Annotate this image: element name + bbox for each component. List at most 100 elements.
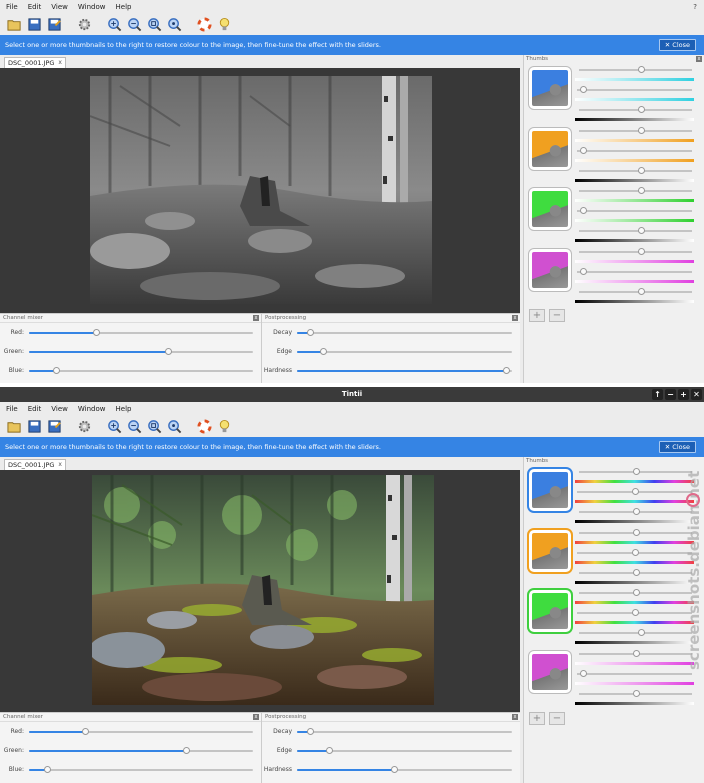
slider-handle[interactable] — [632, 589, 640, 596]
slider-handle[interactable] — [82, 727, 89, 735]
thumb-slider[interactable] — [579, 166, 692, 174]
menu-arrow-button[interactable]: ↑ — [652, 389, 663, 400]
hardness-slider[interactable] — [297, 366, 512, 374]
help-button[interactable] — [196, 418, 212, 434]
thumb-slider[interactable] — [577, 488, 692, 495]
settings-button[interactable] — [76, 16, 92, 32]
zoom-in-button[interactable] — [106, 16, 122, 32]
decay-slider[interactable] — [297, 727, 512, 735]
slider-handle[interactable] — [390, 765, 398, 773]
thumb-slider[interactable] — [579, 568, 692, 576]
thumb-slider[interactable] — [579, 508, 692, 515]
thumb-slider[interactable] — [579, 589, 692, 596]
colour-thumbnail[interactable] — [529, 248, 571, 291]
panel-close-icon[interactable]: x — [253, 315, 259, 321]
remove-thumb-button[interactable]: − — [549, 309, 565, 322]
menu-window[interactable]: Window — [78, 405, 106, 413]
thumb-slider[interactable] — [577, 609, 692, 616]
slider-handle[interactable] — [502, 366, 510, 374]
edge-slider[interactable] — [297, 746, 512, 754]
help-question[interactable]: ? — [693, 3, 697, 11]
tip-button[interactable] — [216, 16, 232, 32]
slider-handle[interactable] — [93, 328, 101, 336]
slider-handle[interactable] — [638, 106, 646, 113]
thumb-slider[interactable] — [579, 649, 692, 657]
thumb-slider[interactable] — [579, 468, 692, 475]
zoom-out-button[interactable] — [126, 418, 142, 434]
panel-close-icon[interactable]: x — [512, 315, 518, 321]
slider-handle[interactable] — [638, 629, 646, 636]
slider-handle[interactable] — [631, 548, 639, 556]
thumb-slider[interactable] — [579, 187, 692, 194]
tab-close-icon[interactable]: x — [58, 460, 62, 470]
panel-close-icon[interactable]: x — [512, 714, 518, 720]
open-button[interactable] — [6, 418, 22, 434]
thumb-slider[interactable] — [577, 548, 692, 556]
thumb-slider[interactable] — [579, 66, 692, 73]
thumb-slider[interactable] — [577, 86, 692, 93]
slider-handle[interactable] — [638, 126, 646, 134]
slider-handle[interactable] — [638, 166, 646, 174]
slider-handle[interactable] — [306, 727, 314, 735]
zoom-out-button[interactable] — [126, 16, 142, 32]
thumb-slider[interactable] — [577, 207, 692, 214]
slider-handle[interactable] — [326, 746, 334, 754]
minimize-button[interactable]: − — [665, 389, 676, 400]
red-slider[interactable] — [29, 727, 253, 735]
thumb-slider[interactable] — [577, 669, 692, 677]
blue-slider[interactable] — [29, 366, 253, 374]
save-as-button[interactable] — [46, 418, 62, 434]
menu-file[interactable]: File — [6, 3, 18, 11]
zoom-actual-button[interactable] — [166, 16, 182, 32]
thumb-slider[interactable] — [579, 528, 692, 536]
slider-handle[interactable] — [632, 649, 640, 657]
blue-slider[interactable] — [29, 765, 253, 773]
menu-edit[interactable]: Edit — [28, 3, 42, 11]
image-canvas[interactable] — [0, 470, 520, 713]
add-thumb-button[interactable]: + — [529, 309, 545, 322]
slider-handle[interactable] — [319, 347, 327, 355]
slider-handle[interactable] — [579, 86, 587, 93]
close-info-button[interactable]: ✕ Close — [658, 39, 696, 51]
edge-slider[interactable] — [297, 347, 512, 355]
tab-close-icon[interactable]: x — [58, 58, 62, 68]
thumb-slider[interactable] — [579, 227, 692, 234]
slider-handle[interactable] — [306, 328, 314, 336]
help-button[interactable] — [196, 16, 212, 32]
decay-slider[interactable] — [297, 328, 512, 336]
slider-handle[interactable] — [579, 669, 587, 677]
slider-handle[interactable] — [632, 528, 640, 536]
tab-image[interactable]: DSC_0001.JPG x — [4, 57, 66, 68]
slider-handle[interactable] — [638, 287, 646, 295]
zoom-fit-button[interactable] — [146, 16, 162, 32]
green-slider[interactable] — [29, 746, 253, 754]
thumb-slider[interactable] — [579, 106, 692, 113]
slider-handle[interactable] — [632, 689, 640, 697]
slider-handle[interactable] — [638, 247, 646, 255]
slider-handle[interactable] — [632, 508, 640, 515]
menu-file[interactable]: File — [6, 405, 18, 413]
menu-help[interactable]: Help — [116, 405, 132, 413]
settings-button[interactable] — [76, 418, 92, 434]
slider-handle[interactable] — [631, 488, 639, 495]
colour-thumbnail[interactable] — [529, 67, 571, 109]
green-slider[interactable] — [29, 347, 253, 355]
red-slider[interactable] — [29, 328, 253, 336]
slider-handle[interactable] — [632, 468, 640, 475]
slider-handle[interactable] — [579, 207, 587, 214]
hardness-slider[interactable] — [297, 765, 512, 773]
zoom-actual-button[interactable] — [166, 418, 182, 434]
thumb-slider[interactable] — [579, 629, 692, 636]
slider-handle[interactable] — [164, 347, 172, 355]
slider-handle[interactable] — [579, 146, 587, 154]
slider-handle[interactable] — [638, 66, 646, 73]
slider-handle[interactable] — [631, 609, 639, 616]
colour-thumbnail[interactable] — [529, 469, 571, 511]
menu-help[interactable]: Help — [116, 3, 132, 11]
slider-handle[interactable] — [638, 187, 646, 194]
colour-thumbnail[interactable] — [529, 650, 571, 693]
tab-image[interactable]: DSC_0001.JPG x — [4, 459, 66, 470]
image-canvas[interactable] — [0, 68, 520, 313]
slider-handle[interactable] — [43, 765, 51, 773]
open-button[interactable] — [6, 16, 22, 32]
